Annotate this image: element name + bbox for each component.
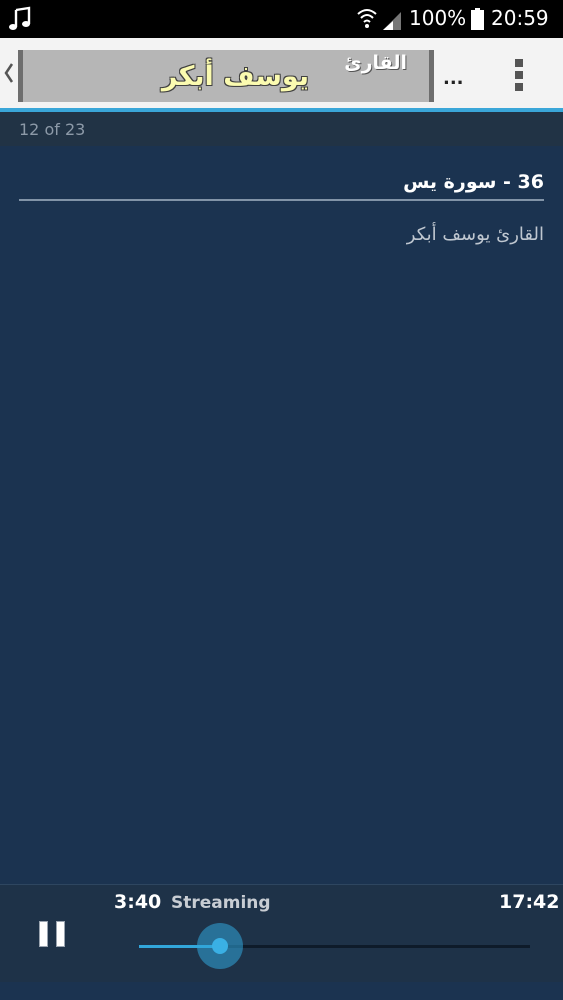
battery-icon xyxy=(471,8,484,30)
title-divider xyxy=(19,199,544,201)
track-details: 36 - سورة يس القارئ يوسف أبكر xyxy=(0,146,563,884)
stream-status: Streaming xyxy=(171,893,271,913)
banner-reciter-name: يوسف أبكر xyxy=(161,61,309,92)
current-time: 3:40 xyxy=(114,891,162,913)
track-title: 36 - سورة يس xyxy=(403,171,544,193)
total-time: 17:42 xyxy=(499,891,560,913)
status-clock: 20:59 xyxy=(491,6,549,30)
track-subtitle: القارئ يوسف أبكر xyxy=(406,224,544,245)
music-note-icon xyxy=(9,6,31,30)
status-bar: 100% 20:59 xyxy=(0,0,563,38)
track-counter-bar: 12 of 23 xyxy=(0,112,563,146)
audio-player: 3:40 Streaming 17:42 xyxy=(0,884,563,982)
action-bar: القارئ يوسف أبكر ... xyxy=(0,38,563,112)
reciter-banner: القارئ يوسف أبكر xyxy=(18,50,434,102)
chevron-left-icon[interactable] xyxy=(2,60,16,86)
pause-button[interactable] xyxy=(37,921,67,949)
seek-thumb[interactable] xyxy=(211,938,228,954)
banner-reciter-label: القارئ xyxy=(344,52,407,74)
bottom-spacer xyxy=(0,982,563,1000)
more-vertical-icon[interactable] xyxy=(512,58,526,92)
battery-percentage: 100% xyxy=(409,6,467,30)
title-overflow-ellipsis: ... xyxy=(443,68,464,89)
wifi-icon xyxy=(357,9,377,28)
signal-icon xyxy=(383,12,401,30)
track-counter: 12 of 23 xyxy=(19,120,86,139)
